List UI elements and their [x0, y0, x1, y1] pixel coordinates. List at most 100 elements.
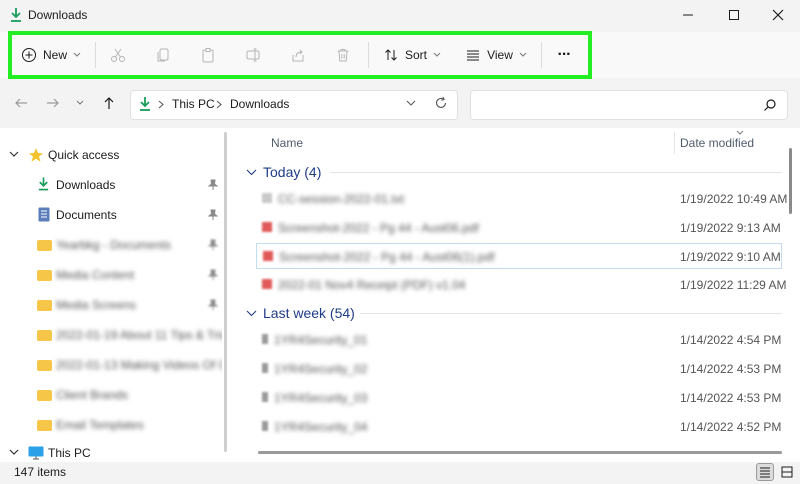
file-row[interactable]: 1YR4Security_03 1/14/2022 4:53 PM	[256, 385, 782, 411]
column-divider[interactable]	[674, 132, 675, 154]
sidebar-scrollbar[interactable]	[224, 132, 227, 452]
window-title: Downloads	[28, 8, 88, 22]
recent-locations-button[interactable]	[73, 94, 87, 112]
separator	[95, 42, 96, 68]
details-view-button[interactable]	[756, 463, 774, 481]
sidebar-quick-access[interactable]: Quick access	[0, 141, 222, 169]
sidebar-this-pc-label: This PC	[48, 446, 91, 460]
item-count: 147 items	[14, 465, 67, 479]
chevron-right-icon	[158, 100, 164, 109]
sidebar-item-documents[interactable]: Documents	[0, 201, 222, 229]
chevron-down-icon	[9, 449, 19, 455]
file-date: 1/14/2022 4:52 PM	[680, 420, 782, 434]
new-label: New	[42, 48, 67, 62]
file-name: 2022-01 Nov4 Receipt (PDF) v1.04	[278, 278, 466, 292]
sidebar-item-folder[interactable]: Media Content	[0, 261, 222, 289]
file-row[interactable]: Screenshot-2022 - Pg 44 - Aust06.pdf 1/1…	[256, 215, 782, 241]
rename-button[interactable]	[243, 42, 263, 68]
file-date: 1/19/2022 9:13 AM	[680, 221, 781, 235]
more-options-button[interactable]: ···	[552, 42, 576, 68]
sidebar-item-label: Client Brands	[56, 388, 129, 402]
horizontal-scrollbar[interactable]	[258, 451, 782, 454]
forward-button[interactable]	[44, 94, 62, 112]
sidebar-item-folder[interactable]: Yearbkg - Documents	[0, 231, 222, 259]
file-row[interactable]: 1YR4Security_04 1/14/2022 4:52 PM	[256, 414, 782, 440]
maximize-button[interactable]	[712, 0, 756, 30]
tiles-view-icon	[781, 466, 793, 478]
breadcrumb-downloads[interactable]: Downloads	[230, 97, 289, 111]
sidebar-item-label: 2022-01-19 About 11 Tips & Tricks	[56, 328, 222, 342]
share-button[interactable]	[288, 42, 308, 68]
folder-icon	[37, 360, 52, 371]
search-input[interactable]	[470, 90, 788, 120]
download-icon	[11, 8, 21, 22]
cut-button[interactable]	[108, 42, 128, 68]
sidebar-item-label: Documents	[56, 208, 117, 222]
text-file-icon	[262, 193, 272, 203]
chevron-down-icon	[9, 151, 19, 157]
rename-icon	[246, 48, 260, 62]
minimize-icon	[683, 14, 693, 16]
sidebar-item-folder[interactable]: Media Screens	[0, 291, 222, 319]
computer-icon	[28, 446, 44, 460]
file-date: 1/14/2022 4:53 PM	[680, 391, 782, 405]
view-label: View	[487, 48, 513, 62]
pin-icon	[208, 299, 218, 310]
file-date: 1/19/2022 10:49 AM	[680, 192, 788, 206]
sidebar-item-label: Downloads	[56, 178, 116, 192]
minimize-button[interactable]	[666, 0, 710, 30]
view-button[interactable]: View	[464, 42, 528, 68]
tiles-view-button[interactable]	[778, 463, 796, 481]
file-list-scrollbar[interactable]	[789, 148, 792, 214]
sidebar-item-folder[interactable]: Client Brands	[0, 381, 222, 409]
sort-button[interactable]: Sort	[382, 42, 442, 68]
download-icon	[140, 97, 150, 111]
file-row[interactable]: 1YR4Security_01 1/14/2022 4:54 PM	[256, 327, 782, 353]
file-row[interactable]: 2022-01 Nov4 Receipt (PDF) v1.04 1/19/20…	[256, 272, 787, 298]
folder-icon	[37, 390, 52, 401]
delete-button[interactable]	[333, 42, 353, 68]
pin-icon	[208, 239, 218, 250]
sidebar-item-label: Email Templates	[56, 418, 144, 432]
column-header-date-modified[interactable]: Date modified	[680, 136, 754, 150]
refresh-button[interactable]	[432, 94, 450, 112]
chevron-down-icon	[246, 169, 257, 175]
new-button[interactable]: New	[18, 42, 84, 68]
file-date: 1/19/2022 9:10 AM	[680, 250, 781, 264]
file-row-selected[interactable]: Screenshot-2022 - Pg 44 - Aust06(1).pdf …	[256, 243, 782, 269]
folder-icon	[37, 420, 52, 431]
close-button[interactable]	[756, 0, 800, 30]
file-name: 1YR4Security_01	[274, 333, 368, 347]
column-header-name[interactable]: Name	[271, 136, 303, 150]
details-view-icon	[760, 467, 770, 478]
close-icon	[772, 9, 784, 21]
sidebar-item-folder[interactable]: 2022-01-19 About 11 Tips & Tricks	[0, 321, 222, 349]
documents-icon	[38, 207, 50, 222]
group-header-last-week[interactable]: Last week (54)	[246, 302, 355, 324]
sidebar-item-folder[interactable]: 2022-01-13 Making Videos Of Code	[0, 351, 222, 379]
group-header-today[interactable]: Today (4)	[246, 161, 321, 183]
chevron-right-icon	[216, 100, 222, 109]
arrow-right-icon	[47, 98, 59, 108]
breadcrumb-this-pc[interactable]: This PC	[172, 97, 215, 111]
paste-button[interactable]	[198, 42, 218, 68]
sidebar-item-folder[interactable]: Email Templates	[0, 411, 222, 439]
arrow-left-icon	[15, 98, 27, 108]
group-divider	[330, 172, 782, 173]
file-name: 1YR4Security_04	[274, 420, 368, 434]
folder-icon	[37, 300, 52, 311]
pin-icon	[208, 179, 218, 190]
copy-button[interactable]	[153, 42, 173, 68]
file-row[interactable]: CC-session-2022-01.txt 1/19/2022 10:49 A…	[256, 186, 787, 212]
address-history-button[interactable]	[402, 94, 420, 112]
up-button[interactable]	[100, 94, 118, 112]
search-icon	[764, 99, 776, 111]
separator	[541, 42, 542, 68]
file-row[interactable]: 1YR4Security_02 1/14/2022 4:53 PM	[256, 356, 782, 382]
sidebar-item-downloads[interactable]: Downloads	[0, 171, 222, 199]
group-label: Today (4)	[263, 164, 322, 180]
chevron-down-icon	[406, 100, 416, 106]
file-icon	[262, 421, 268, 431]
back-button[interactable]	[12, 94, 30, 112]
sidebar-quick-access-label: Quick access	[48, 148, 120, 162]
